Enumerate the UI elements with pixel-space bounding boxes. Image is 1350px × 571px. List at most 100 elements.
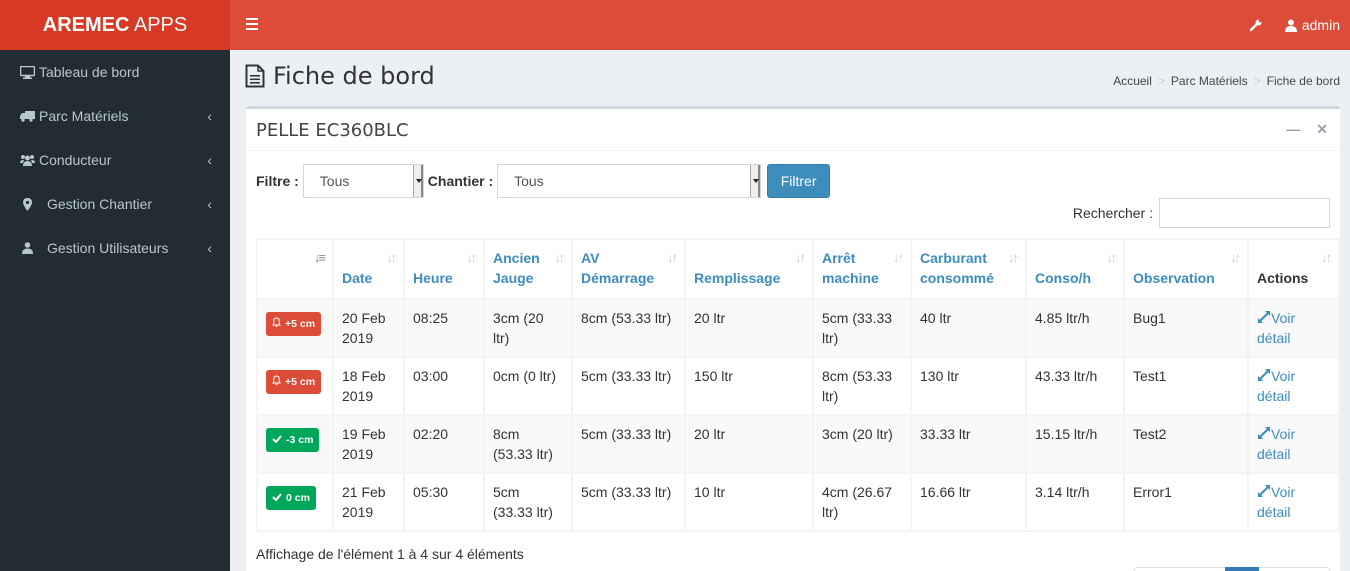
sidebar-item-parc-materiels[interactable]: Parc Matériels ‹	[0, 94, 230, 138]
page-title: Fiche de bord	[245, 62, 435, 90]
column-header-ancien-jauge[interactable]: ↓↑ Ancien Jauge	[483, 238, 573, 300]
header-text: Ancien	[493, 250, 540, 266]
bell-icon	[271, 314, 282, 334]
ancien-jauge-cell: 0cm (0 ltr)	[483, 356, 573, 416]
sort-icon: ↓↑	[554, 250, 565, 265]
fiche-box: PELLE EC360BLC — ✕ Filtre : Tous Chantie…	[246, 106, 1340, 571]
sidebar: Tableau de bord Parc Matériels ‹ Conduct…	[0, 50, 230, 571]
search-group: Rechercher :	[1073, 198, 1330, 228]
breadcrumb-accueil[interactable]: Accueil	[1113, 74, 1152, 88]
table-header-row: ↓≡ ↓↑ Date ↓↑ Heure ↓↑ Ancien Jauge ↓↑ AV Déma…	[256, 238, 1340, 300]
content-header: Fiche de bord Accueil > Parc Matériels >…	[245, 58, 1340, 98]
pagination-page-1[interactable]	[1225, 567, 1259, 571]
status-cell: -3 cm	[256, 414, 334, 474]
table-row: 0 cm 21 Feb 2019 05:30 5cm (33.33 ltr) 5…	[256, 472, 1340, 532]
header-text: Carburant	[920, 250, 987, 266]
chantier-label: Chantier :	[427, 173, 494, 189]
column-header-arret-machine[interactable]: ↓↑ Arrêt machine	[812, 238, 912, 300]
breadcrumb-separator: >	[1157, 74, 1165, 88]
sort-icon: ↓↑	[893, 250, 904, 265]
sort-icon: ↓↑	[1106, 250, 1117, 265]
voir-detail-link[interactable]: Voir détail	[1257, 426, 1295, 462]
voir-detail-link[interactable]: Voir détail	[1257, 368, 1295, 404]
column-header-carburant[interactable]: ↓↑ Carburant consommé	[910, 238, 1027, 300]
sidebar-item-gestion-utilisateurs[interactable]: Gestion Utilisateurs ‹	[0, 226, 230, 270]
column-header-heure[interactable]: ↓↑ Heure	[403, 238, 485, 300]
column-header-actions[interactable]: ↓↑ Actions	[1247, 238, 1340, 300]
breadcrumb-separator: >	[1253, 74, 1261, 88]
search-input[interactable]	[1159, 198, 1330, 228]
sort-icon: ↓↑	[386, 250, 397, 265]
ancien-jauge-cell: 8cm (53.33 ltr)	[483, 414, 573, 474]
sidebar-item-tableau-de-bord[interactable]: Tableau de bord	[0, 50, 230, 94]
user-icon	[19, 241, 35, 255]
table-row: +5 cm 18 Feb 2019 03:00 0cm (0 ltr) 5cm …	[256, 356, 1340, 416]
heure-cell: 05:30	[403, 472, 485, 532]
sidebar-item-conducteur[interactable]: Conducteur ‹	[0, 138, 230, 182]
av-demarrage-cell: 5cm (33.33 ltr)	[571, 414, 686, 474]
sidebar-item-label: Conducteur	[39, 152, 112, 168]
top-navbar: admin	[230, 0, 1350, 50]
arret-machine-cell: 5cm (33.33 ltr)	[812, 298, 912, 358]
column-header-observation[interactable]: ↓↑ Observation	[1123, 238, 1249, 300]
remplissage-cell: 10 ltr	[684, 472, 814, 532]
carburant-cell: 16.66 ltr	[910, 472, 1027, 532]
date-cell: 21 Feb 2019	[332, 472, 405, 532]
filter-select[interactable]: Tous	[302, 164, 424, 198]
sort-icon: ↓↑	[1321, 250, 1332, 265]
arret-machine-cell: 4cm (26.67 ltr)	[812, 472, 912, 532]
voir-detail-link[interactable]: Voir détail	[1257, 310, 1295, 346]
observation-cell: Test1	[1123, 356, 1249, 416]
header-text: Actions	[1257, 270, 1309, 286]
conso-cell: 15.15 ltr/h	[1025, 414, 1125, 474]
column-header-av-demarrage[interactable]: ↓↑ AV Démarrage	[571, 238, 686, 300]
sidebar-item-gestion-chantier[interactable]: Gestion Chantier ‹	[0, 182, 230, 226]
user-menu[interactable]: admin	[1284, 17, 1340, 33]
box-title: PELLE EC360BLC	[256, 120, 409, 141]
close-icon[interactable]: ✕	[1316, 121, 1328, 138]
column-header-conso[interactable]: ↓↑ Conso/h	[1025, 238, 1125, 300]
sidebar-toggle-icon[interactable]	[246, 18, 258, 30]
sidebar-item-label: Gestion Chantier	[47, 196, 153, 212]
voir-detail-link[interactable]: Voir détail	[1257, 484, 1295, 520]
column-header-remplissage[interactable]: ↓↑ Remplissage	[684, 238, 814, 300]
chantier-select-value: Tous	[514, 173, 544, 189]
av-demarrage-cell: 5cm (33.33 ltr)	[571, 472, 686, 532]
breadcrumb-parc-materiels[interactable]: Parc Matériels	[1171, 74, 1248, 88]
sidebar-item-label: Tableau de bord	[39, 64, 140, 80]
conso-cell: 3.14 ltr/h	[1025, 472, 1125, 532]
logo-light: APPS	[129, 14, 188, 36]
carburant-cell: 130 ltr	[910, 356, 1027, 416]
logo-bold: AREMEC	[42, 14, 130, 36]
header-text: Arrêt	[822, 250, 856, 266]
header-text: Démarrage	[581, 270, 655, 286]
search-label: Rechercher :	[1072, 205, 1153, 221]
chantier-select[interactable]: Tous	[497, 164, 762, 198]
carburant-cell: 40 ltr	[910, 298, 1027, 358]
sort-icon: ↓↑	[667, 250, 678, 265]
app-logo[interactable]: AREMEC APPS	[0, 0, 230, 50]
sort-icon: ↓↑	[466, 250, 477, 265]
header-text: Date	[342, 270, 373, 286]
user-icon	[1284, 19, 1297, 32]
status-cell: +5 cm	[256, 298, 334, 358]
header-text: Heure	[413, 270, 453, 286]
breadcrumb-current: Fiche de bord	[1266, 74, 1340, 88]
actions-cell: Voir détail	[1247, 298, 1340, 358]
column-header-status[interactable]: ↓≡	[256, 238, 334, 300]
filter-button[interactable]: Filtrer	[767, 164, 831, 198]
column-header-date[interactable]: ↓↑ Date	[332, 238, 405, 300]
date-cell: 20 Feb 2019	[332, 298, 405, 358]
desktop-icon	[19, 65, 35, 79]
ancien-jauge-cell: 5cm (33.33 ltr)	[483, 472, 573, 532]
actions-cell: Voir détail	[1247, 414, 1340, 474]
date-cell: 19 Feb 2019	[332, 414, 405, 474]
date-cell: 18 Feb 2019	[332, 356, 405, 416]
minimize-icon[interactable]: —	[1286, 121, 1300, 138]
arret-machine-cell: 8cm (53.33 ltr)	[812, 356, 912, 416]
badge-text: 0 cm	[286, 492, 310, 504]
status-cell: +5 cm	[256, 356, 334, 416]
breadcrumb: Accueil > Parc Matériels > Fiche de bord	[1113, 74, 1340, 88]
status-badge: +5 cm	[266, 370, 322, 394]
settings-button[interactable]	[1249, 18, 1263, 32]
